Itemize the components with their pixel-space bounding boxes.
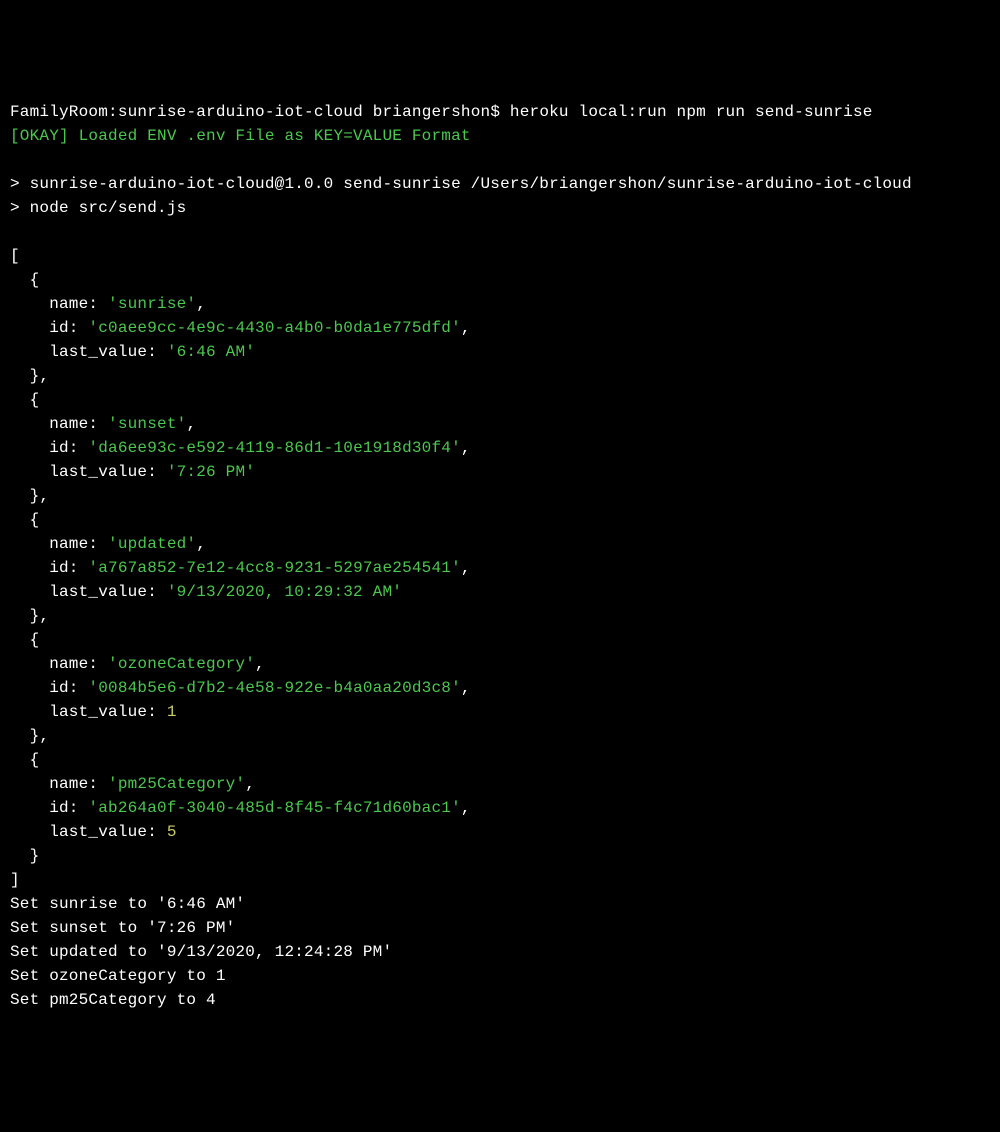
name-key: name:: [10, 535, 108, 553]
id-key: id:: [10, 799, 88, 817]
object-close-brace: }: [10, 847, 39, 865]
last-value-key: last_value:: [10, 343, 167, 361]
name-key: name:: [10, 775, 108, 793]
name-value: 'ozoneCategory': [108, 655, 255, 673]
comma: ,: [461, 679, 471, 697]
prompt-dollar: $: [490, 103, 510, 121]
last-value-key: last_value:: [10, 583, 167, 601]
prompt-user: briangershon: [373, 103, 491, 121]
last-value-key: last_value:: [10, 823, 167, 841]
id-key: id:: [10, 679, 88, 697]
id-value: 'c0aee9cc-4e9c-4430-a4b0-b0da1e775dfd': [88, 319, 460, 337]
last-value-key: last_value:: [10, 463, 167, 481]
prompt-colon: :: [108, 103, 118, 121]
comma: ,: [196, 295, 206, 313]
id-key: id:: [10, 439, 88, 457]
last-value-string: '7:26 PM': [167, 463, 255, 481]
comma: ,: [196, 535, 206, 553]
name-key: name:: [10, 295, 108, 313]
name-value: 'sunrise': [108, 295, 196, 313]
last-value-key: last_value:: [10, 703, 167, 721]
comma: ,: [245, 775, 255, 793]
npm-script-line: > sunrise-arduino-iot-cloud@1.0.0 send-s…: [10, 175, 912, 193]
set-updated-line: Set updated to '9/13/2020, 12:24:28 PM': [10, 943, 392, 961]
comma: ,: [255, 655, 265, 673]
terminal-output: FamilyRoom:sunrise-arduino-iot-cloud bri…: [10, 100, 990, 1012]
last-value-string: '9/13/2020, 10:29:32 AM': [167, 583, 402, 601]
last-value-number: 5: [167, 823, 177, 841]
last-value-number: 1: [167, 703, 177, 721]
id-value: 'a767a852-7e12-4cc8-9231-5297ae254541': [88, 559, 460, 577]
array-close-bracket: ]: [10, 871, 20, 889]
id-key: id:: [10, 559, 88, 577]
last-value-string: '6:46 AM': [167, 343, 255, 361]
name-key: name:: [10, 655, 108, 673]
object-open-brace: {: [10, 271, 39, 289]
id-value: 'da6ee93c-e592-4119-86d1-10e1918d30f4': [88, 439, 460, 457]
array-open-bracket: [: [10, 247, 20, 265]
command-text: heroku local:run npm run send-sunrise: [510, 103, 873, 121]
object-open-brace: {: [10, 751, 39, 769]
object-open-brace: {: [10, 631, 39, 649]
id-key: id:: [10, 319, 88, 337]
comma: ,: [461, 319, 471, 337]
object-close-brace: },: [10, 727, 49, 745]
prompt-host: FamilyRoom: [10, 103, 108, 121]
okay-line: [OKAY] Loaded ENV .env File as KEY=VALUE…: [10, 127, 471, 145]
object-close-brace: },: [10, 607, 49, 625]
set-ozone-line: Set ozoneCategory to 1: [10, 967, 226, 985]
name-value: 'updated': [108, 535, 196, 553]
object-close-brace: },: [10, 367, 49, 385]
id-value: '0084b5e6-d7b2-4e58-922e-b4a0aa20d3c8': [88, 679, 460, 697]
comma: ,: [461, 439, 471, 457]
prompt-path: sunrise-arduino-iot-cloud: [118, 103, 363, 121]
name-value: 'pm25Category': [108, 775, 245, 793]
name-value: 'sunset': [108, 415, 186, 433]
comma: ,: [461, 799, 471, 817]
node-line: > node src/send.js: [10, 199, 186, 217]
object-open-brace: {: [10, 391, 39, 409]
set-pm25-line: Set pm25Category to 4: [10, 991, 216, 1009]
set-sunset-line: Set sunset to '7:26 PM': [10, 919, 235, 937]
set-sunrise-line: Set sunrise to '6:46 AM': [10, 895, 245, 913]
id-value: 'ab264a0f-3040-485d-8f45-f4c71d60bac1': [88, 799, 460, 817]
name-key: name:: [10, 415, 108, 433]
comma: ,: [461, 559, 471, 577]
object-open-brace: {: [10, 511, 39, 529]
object-close-brace: },: [10, 487, 49, 505]
comma: ,: [186, 415, 196, 433]
